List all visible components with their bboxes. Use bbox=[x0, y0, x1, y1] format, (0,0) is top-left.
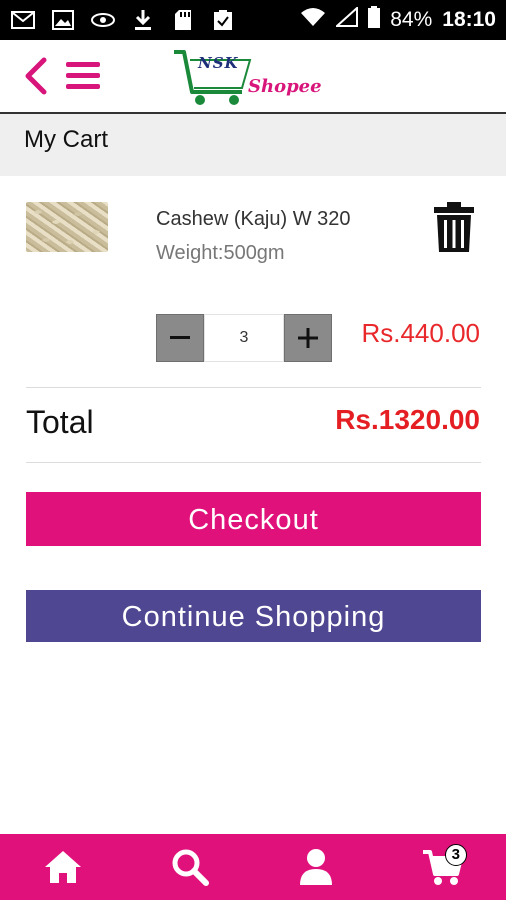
gallery-icon bbox=[50, 8, 76, 32]
nav-search[interactable] bbox=[160, 842, 220, 892]
menu-button[interactable] bbox=[64, 60, 104, 92]
logo-text-nsk: NSK bbox=[198, 54, 239, 72]
sd-card-icon bbox=[170, 8, 196, 32]
nav-account[interactable] bbox=[286, 842, 346, 892]
increase-quantity-button[interactable] bbox=[284, 314, 332, 362]
gmail-icon bbox=[10, 8, 36, 32]
wifi-icon bbox=[300, 7, 326, 33]
page-title: My Cart bbox=[24, 126, 108, 153]
clipboard-check-icon bbox=[210, 8, 236, 32]
status-right: 84% 18:10 bbox=[300, 5, 496, 34]
trash-icon bbox=[434, 202, 474, 252]
total-label: Total bbox=[26, 404, 94, 440]
search-icon bbox=[172, 849, 209, 886]
product-weight: Weight:500gm bbox=[156, 242, 285, 264]
checkout-button[interactable]: Checkout bbox=[26, 492, 481, 546]
download-icon bbox=[130, 8, 156, 32]
status-bar: 84% 18:10 bbox=[0, 0, 506, 40]
eye-icon bbox=[90, 8, 116, 32]
app-bar: NSK Shopee bbox=[0, 40, 506, 114]
quantity-stepper: 3 bbox=[156, 314, 332, 362]
continue-shopping-button[interactable]: Continue Shopping bbox=[26, 590, 481, 642]
nav-home[interactable] bbox=[33, 842, 93, 892]
notification-icons bbox=[10, 8, 236, 32]
cart-count-badge: 3 bbox=[444, 844, 467, 866]
minus-icon bbox=[170, 336, 190, 339]
quantity-value[interactable]: 3 bbox=[204, 314, 284, 362]
clock: 18:10 bbox=[442, 8, 496, 31]
nav-cart[interactable]: 3 bbox=[413, 842, 473, 892]
user-icon bbox=[300, 849, 333, 885]
divider bbox=[26, 387, 481, 388]
delete-item-button[interactable] bbox=[432, 200, 476, 254]
product-image[interactable] bbox=[26, 202, 108, 252]
decrease-quantity-button[interactable] bbox=[156, 314, 204, 362]
signal-icon bbox=[334, 5, 359, 33]
page-header: My Cart bbox=[0, 114, 506, 176]
logo-text-shopee: Shopee bbox=[248, 76, 322, 97]
bottom-navigation: 3 bbox=[0, 834, 506, 900]
battery-percent: 84% bbox=[390, 8, 433, 31]
product-name[interactable]: Cashew (Kaju) W 320 bbox=[156, 208, 351, 231]
hamburger-menu-icon bbox=[66, 62, 100, 89]
back-button[interactable] bbox=[22, 56, 50, 96]
divider bbox=[26, 462, 481, 463]
home-icon bbox=[45, 851, 82, 883]
plus-icon bbox=[298, 328, 318, 348]
nsk-shopee-logo: NSK Shopee bbox=[170, 48, 330, 108]
total-value: Rs.1320.00 bbox=[335, 404, 480, 435]
chevron-left-icon bbox=[25, 57, 47, 95]
item-price: Rs.440.00 bbox=[361, 318, 480, 348]
battery-icon bbox=[368, 6, 381, 34]
